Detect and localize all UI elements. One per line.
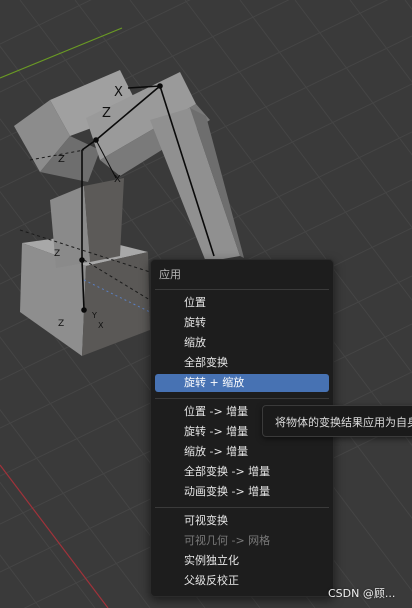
bone-axis-label: Z xyxy=(102,106,111,121)
menu-item-scale[interactable]: 缩放 xyxy=(155,334,329,352)
menu-item-all-transforms-to-deltas[interactable]: 全部变换 -> 增量 xyxy=(155,463,329,481)
bone-axis-label: Z xyxy=(58,154,65,165)
tooltip-text: 将物体的变换结果应用为自身 xyxy=(275,416,412,429)
menu-item-label: 父级反校正 xyxy=(184,574,239,587)
menu-item-label: 动画变换 -> 增量 xyxy=(184,485,271,498)
x-axis-line xyxy=(0,464,109,608)
menu-title: 应用 xyxy=(159,268,181,281)
menu-item-label: 全部变换 -> 增量 xyxy=(184,465,271,478)
menu-item-label: 旋转 xyxy=(184,316,206,329)
grid-line xyxy=(0,0,92,45)
menu-item-label: 位置 xyxy=(184,296,206,309)
grid-line xyxy=(349,0,412,83)
menu-item-label: 缩放 xyxy=(184,336,206,349)
menu-item-all-transforms[interactable]: 全部变换 xyxy=(155,354,329,372)
lower-arm-mesh[interactable] xyxy=(50,178,124,268)
menu-item-label: 位置 -> 增量 xyxy=(184,405,249,418)
bone-axis-label: Z xyxy=(58,319,64,329)
bone-axis-label: X xyxy=(98,321,104,330)
menu-item-visual-geometry-to-mesh: 可视几何 -> 网格 xyxy=(155,532,329,550)
menu-item-rotation-and-scale[interactable]: 旋转 + 缩放 xyxy=(155,374,329,392)
menu-item-visual-transform[interactable]: 可视变换 xyxy=(155,512,329,530)
menu-separator xyxy=(155,289,329,290)
menu-item-label: 缩放 -> 增量 xyxy=(184,445,249,458)
bone-axis-label: Z xyxy=(54,249,60,259)
menu-item-make-instances-real[interactable]: 实例独立化 xyxy=(155,552,329,570)
menu-item-scale-to-deltas[interactable]: 缩放 -> 增量 xyxy=(155,443,329,461)
menu-item-parent-inverse[interactable]: 父级反校正 xyxy=(155,572,329,590)
watermark: CSDN @顾... xyxy=(328,587,396,600)
bone-axis-label: Y xyxy=(91,311,97,320)
menu-item-label: 可视变换 xyxy=(184,514,228,527)
menu-item-label: 实例独立化 xyxy=(184,554,239,567)
menu-item-location[interactable]: 位置 xyxy=(155,294,329,312)
right-arm-mesh[interactable] xyxy=(150,108,244,262)
menu-item-label: 旋转 + 缩放 xyxy=(184,376,245,389)
menu-item-label: 可视几何 -> 网格 xyxy=(184,534,271,547)
menu-separator xyxy=(155,507,329,508)
menu-item-label: 全部变换 xyxy=(184,356,228,369)
menu-item-tooltip: 将物体的变换结果应用为自身 xyxy=(262,405,412,437)
menu-item-rotation[interactable]: 旋转 xyxy=(155,314,329,332)
menu-separator xyxy=(155,398,329,399)
menu-item-animated-transforms-to-deltas[interactable]: 动画变换 -> 增量 xyxy=(155,483,329,501)
menu-item-label: 旋转 -> 增量 xyxy=(184,425,249,438)
bone-axis-label: X xyxy=(114,174,121,185)
bone-axis-label: X xyxy=(114,85,123,100)
